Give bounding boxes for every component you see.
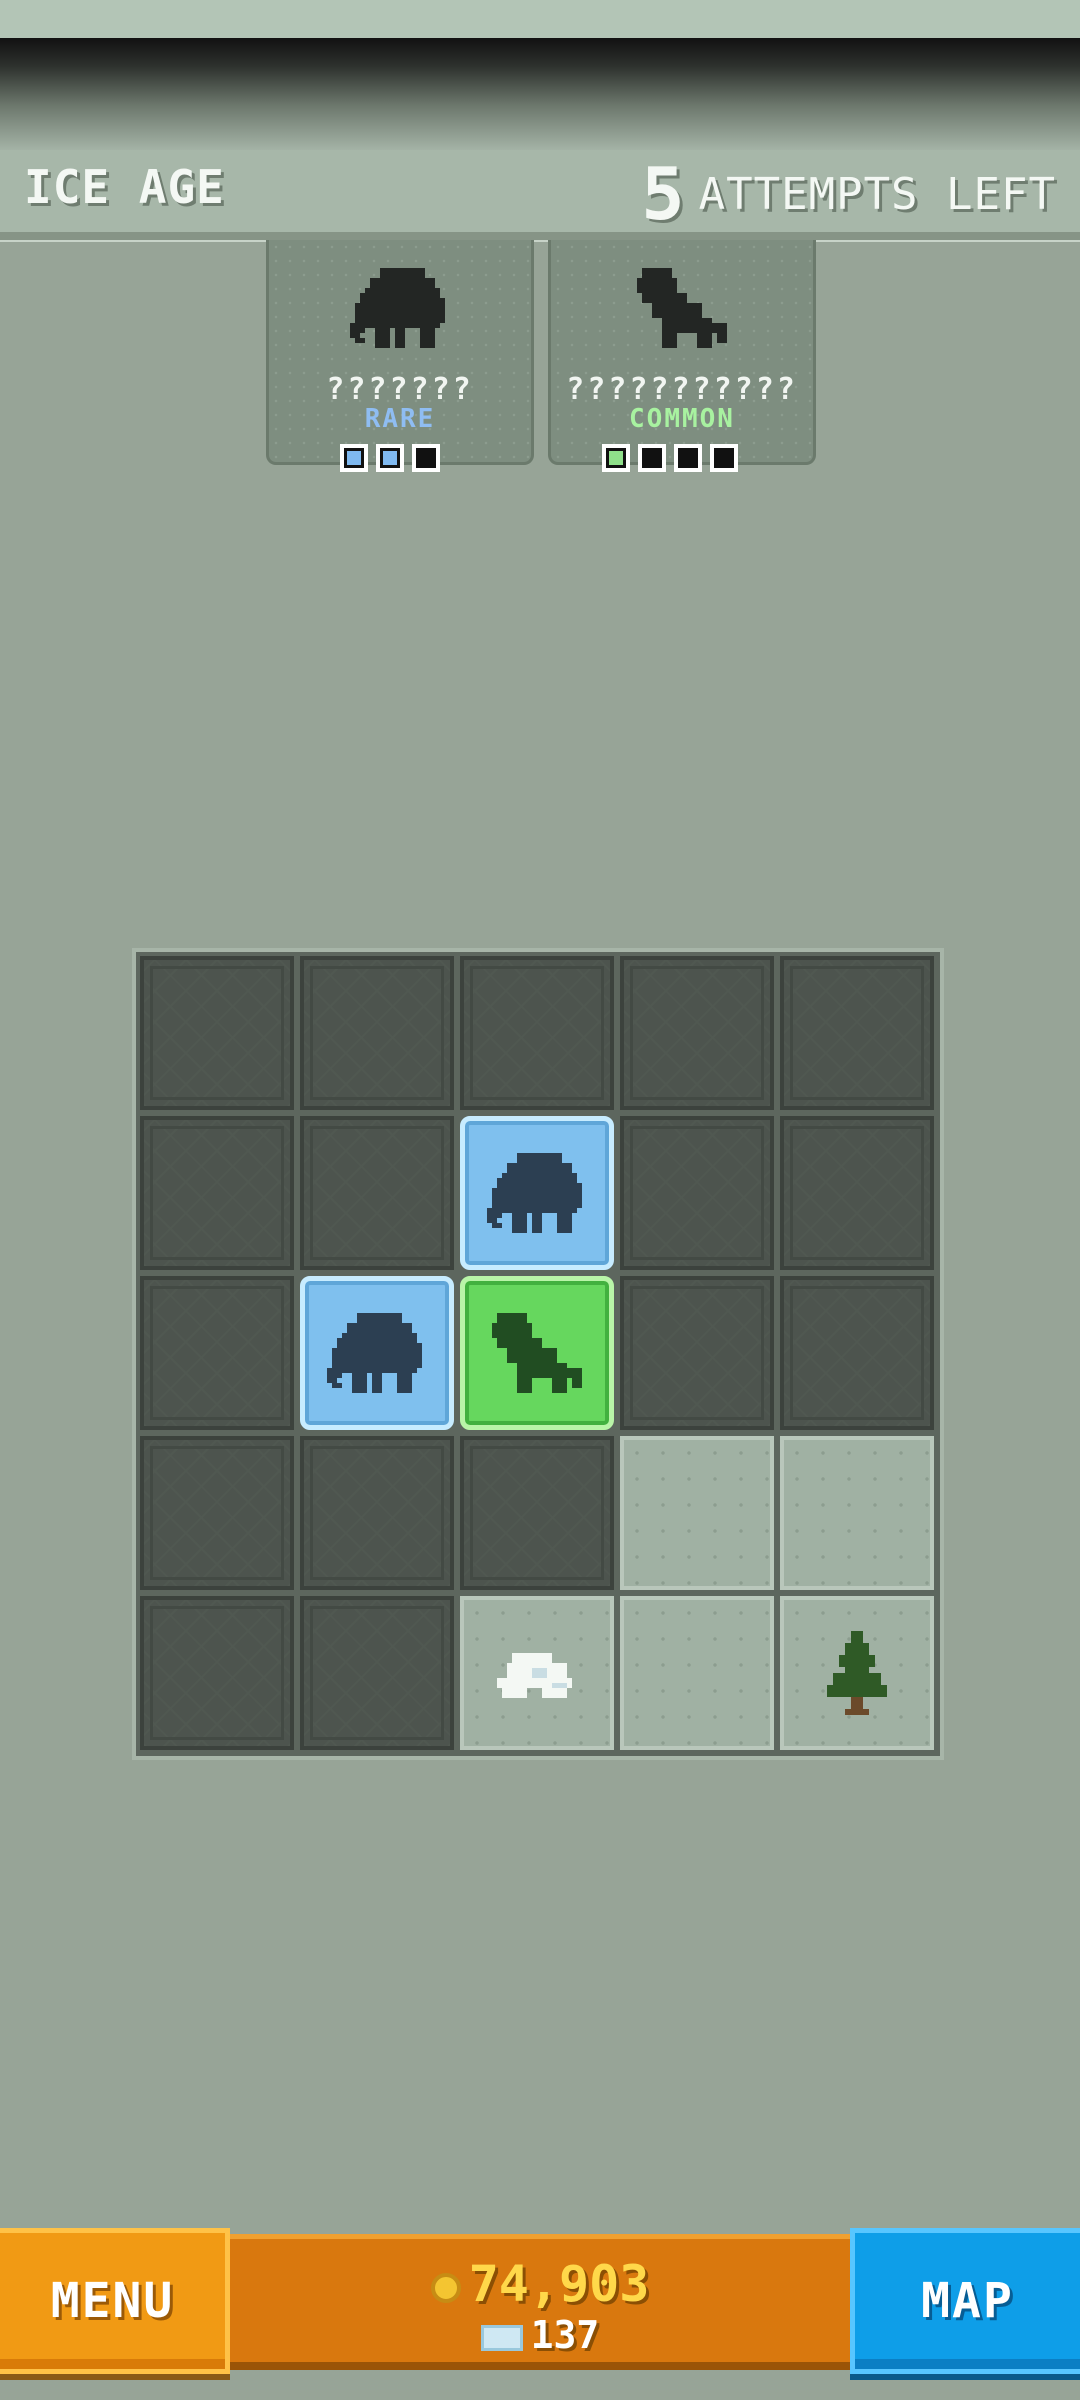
mammoth-icon xyxy=(327,1313,422,1393)
target-name: ??????? xyxy=(326,372,474,407)
dig-tile-hidden[interactable] xyxy=(300,1436,454,1590)
target-card-rare[interactable]: ??????? RARE xyxy=(266,240,534,465)
target-card-common[interactable]: ??????????? COMMON xyxy=(548,240,816,465)
level-name: ICE AGE xyxy=(24,160,225,214)
mammoth-icon xyxy=(487,1153,582,1233)
progress-pip-found xyxy=(602,444,630,472)
dig-tile-snow-rock xyxy=(460,1596,614,1750)
pine-tree-icon xyxy=(827,1631,887,1715)
coin-amount: 74,903 xyxy=(468,2255,650,2313)
dig-tile-empty xyxy=(620,1436,774,1590)
attempts-counter: 5 ATTEMPTS LEFT xyxy=(641,150,1056,238)
mammoth-icon xyxy=(350,268,445,348)
dig-tile-hidden[interactable] xyxy=(620,1276,774,1430)
progress-pip-empty xyxy=(674,444,702,472)
progress-pip-empty xyxy=(412,444,440,472)
dig-tile-hidden[interactable] xyxy=(300,1596,454,1750)
dig-tile-hidden[interactable] xyxy=(460,1436,614,1590)
navigation-bar xyxy=(0,2380,1080,2400)
dig-tile-found-rare xyxy=(300,1276,454,1430)
target-rarity: RARE xyxy=(364,404,436,434)
dig-board xyxy=(132,948,944,1760)
ground-sloth-icon xyxy=(637,268,727,348)
dig-tile-hidden[interactable] xyxy=(300,1116,454,1270)
target-rarity: COMMON xyxy=(629,404,735,434)
progress-pip-found xyxy=(340,444,368,472)
dig-tile-hidden[interactable] xyxy=(620,956,774,1110)
dig-tile-hidden[interactable] xyxy=(460,956,614,1110)
snow-rock-icon xyxy=(497,1653,572,1698)
dig-tile-found-common xyxy=(460,1276,614,1430)
dig-tile-empty xyxy=(780,1436,934,1590)
progress-pip-empty xyxy=(638,444,666,472)
dig-tile-empty xyxy=(620,1596,774,1750)
target-name: ??????????? xyxy=(566,372,798,407)
dig-tile-hidden[interactable] xyxy=(140,1436,294,1590)
top-shade xyxy=(0,38,1080,150)
dig-tile-hidden[interactable] xyxy=(300,956,454,1110)
dig-tile-hidden[interactable] xyxy=(140,956,294,1110)
menu-button[interactable]: MENU xyxy=(0,2228,230,2374)
currency-panel: 74,903 137 xyxy=(230,2234,850,2370)
dig-tile-hidden[interactable] xyxy=(780,1276,934,1430)
dig-tile-found-rare xyxy=(460,1116,614,1270)
gem-icon xyxy=(480,2324,523,2351)
progress-pip-found xyxy=(376,444,404,472)
gem-amount: 137 xyxy=(530,2313,600,2357)
attempts-label: ATTEMPTS LEFT xyxy=(698,168,1056,220)
dig-tile-hidden[interactable] xyxy=(620,1116,774,1270)
dig-tile-hidden[interactable] xyxy=(140,1596,294,1750)
dig-tile-pine-tree xyxy=(780,1596,934,1750)
target-progress-common xyxy=(602,444,738,472)
attempts-number: 5 xyxy=(641,152,685,236)
dig-tile-hidden[interactable] xyxy=(780,956,934,1110)
dig-tile-hidden[interactable] xyxy=(140,1276,294,1430)
progress-pip-empty xyxy=(710,444,738,472)
gem-balance: 137 xyxy=(230,2313,850,2357)
dig-tile-hidden[interactable] xyxy=(140,1116,294,1270)
target-progress-rare xyxy=(340,444,440,472)
dig-tile-hidden[interactable] xyxy=(780,1116,934,1270)
coin-balance: 74,903 xyxy=(230,2255,850,2313)
coin-icon xyxy=(430,2272,461,2303)
map-button[interactable]: MAP xyxy=(850,2228,1080,2374)
status-bar xyxy=(0,0,1080,38)
ground-sloth-icon xyxy=(492,1313,582,1393)
